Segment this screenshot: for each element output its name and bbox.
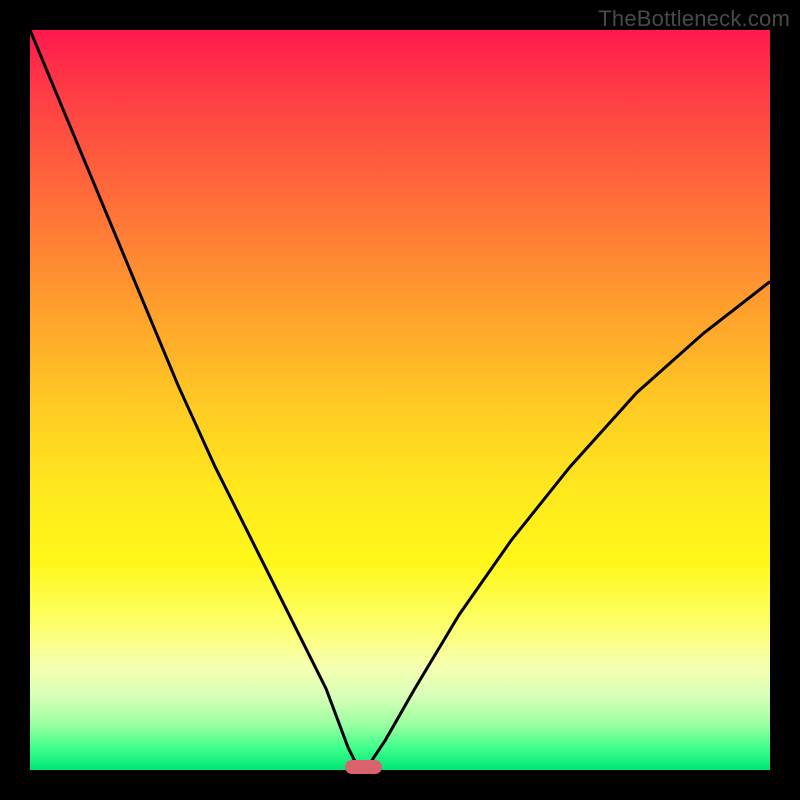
curve-path (30, 30, 770, 770)
watermark-text: TheBottleneck.com (598, 6, 790, 32)
outer-frame: TheBottleneck.com (0, 0, 800, 800)
optimal-marker (345, 760, 382, 774)
bottleneck-curve (30, 30, 770, 770)
